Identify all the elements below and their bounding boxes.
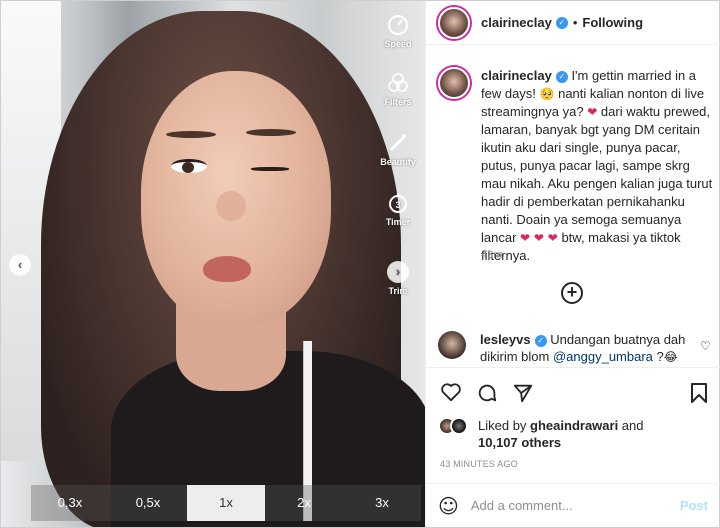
nose <box>216 191 246 221</box>
caption-text: clairineclay ✓ I'm gettin married in a fe… <box>481 67 714 265</box>
post-side-panel: clairineclay ✓ • Following clairineclay ✓… <box>425 1 720 527</box>
left-eyebrow <box>166 131 216 138</box>
open-eye <box>171 159 207 173</box>
tool-timer[interactable]: 3 Timer <box>379 191 417 227</box>
tool-trim[interactable]: › Trim <box>379 261 417 296</box>
red-hearts-icon: ❤ ❤ ❤ <box>520 231 558 245</box>
magic-wand-icon <box>389 134 406 152</box>
liked-by: Liked by gheaindrawari and 10,107 others <box>438 417 644 451</box>
comment-mention[interactable]: @anggy_umbara <box>553 349 653 364</box>
add-comment-input[interactable] <box>470 498 680 513</box>
comment-like-heart-icon[interactable]: ♡ <box>700 339 711 353</box>
like-heart-icon[interactable] <box>440 382 462 402</box>
timer-icon: 3 <box>389 193 407 213</box>
add-comment-bar: ☺ Post <box>426 483 720 527</box>
caption-time: 43m <box>481 249 503 261</box>
comment-tail: ? <box>652 349 664 364</box>
zoom-option-0-5x[interactable]: 0,5x <box>109 485 187 521</box>
speedometer-icon <box>388 15 408 35</box>
liked-by-mid: and <box>618 418 644 433</box>
pleading-face-icon: 🥺 <box>539 87 555 101</box>
avatar[interactable] <box>438 6 470 39</box>
caption: clairineclay ✓ I'm gettin married in a fe… <box>438 67 714 265</box>
liked-by-avatars <box>438 417 472 451</box>
verified-badge-icon: ✓ <box>555 71 568 83</box>
zoom-option-0-3x[interactable]: 0,3x <box>31 485 109 521</box>
tool-trim-label: Trim <box>388 286 408 296</box>
tool-speed-label: Speed <box>384 39 412 49</box>
liked-by-user[interactable]: gheaindrawari <box>530 418 618 433</box>
post-media[interactable]: Speed Filters Beautify 3 Timer › Trim ‹ … <box>1 1 425 527</box>
header-username[interactable]: clairineclay <box>481 15 552 30</box>
red-heart-icon: ❤ <box>587 105 598 119</box>
load-more-comments-plus-icon[interactable]: + <box>561 282 583 304</box>
save-bookmark-icon[interactable] <box>690 382 708 404</box>
comment: lesleyvs ✓ Undangan buatnya dah dikirim b… <box>438 331 718 366</box>
comment-text: lesleyvs ✓ Undangan buatnya dah dikirim b… <box>480 331 700 366</box>
post-button[interactable]: Post <box>680 498 708 513</box>
tool-filters[interactable]: Filters <box>379 71 417 107</box>
zoom-option-1x[interactable]: 1x <box>187 485 265 521</box>
comment-username[interactable]: lesleyvs <box>480 332 531 347</box>
emoji-picker-icon[interactable]: ☺ <box>438 494 459 518</box>
separator-dot: • <box>572 15 578 30</box>
tool-filters-label: Filters <box>384 97 412 107</box>
tool-beautify[interactable]: Beautify <box>379 131 417 167</box>
zoom-bar: 0,3x 0,5x 1x 2x 3x <box>31 485 421 521</box>
comment-avatar[interactable] <box>438 331 466 359</box>
liker-avatar[interactable] <box>450 417 468 435</box>
caption-username[interactable]: clairineclay <box>481 68 552 83</box>
filters-icon <box>388 73 408 92</box>
post-header: clairineclay ✓ • Following <box>426 1 720 45</box>
following-button[interactable]: Following <box>582 15 643 30</box>
lips <box>203 256 251 282</box>
verified-badge-icon: ✓ <box>534 335 547 347</box>
action-bar <box>426 367 720 415</box>
verified-badge-icon: ✓ <box>555 16 568 29</box>
tool-beautify-label: Beautify <box>380 157 416 167</box>
zoom-option-3x[interactable]: 3x <box>343 485 421 521</box>
like-count[interactable]: 10,107 others <box>478 435 561 450</box>
share-paper-plane-icon[interactable] <box>512 382 534 404</box>
liked-by-text: Liked by gheaindrawari and 10,107 others <box>478 417 644 451</box>
zoom-option-2x[interactable]: 2x <box>265 485 343 521</box>
laughing-face-icon: 😂 <box>663 350 678 364</box>
prev-arrow[interactable]: ‹ <box>9 254 31 276</box>
caption-line3: dari waktu prewed, lamaran, banyak bgt y… <box>481 104 713 245</box>
caption-avatar[interactable] <box>438 67 470 99</box>
tool-timer-label: Timer <box>385 217 411 227</box>
winking-eye <box>251 167 289 171</box>
next-arrow[interactable]: › <box>387 261 409 283</box>
tool-speed[interactable]: Speed <box>379 13 417 49</box>
comment-bubble-icon[interactable] <box>476 382 498 404</box>
post-timestamp: 43 MINUTES AGO <box>440 459 518 469</box>
right-eyebrow <box>246 129 296 136</box>
svg-text:3: 3 <box>395 200 400 210</box>
liked-by-prefix: Liked by <box>478 418 531 433</box>
